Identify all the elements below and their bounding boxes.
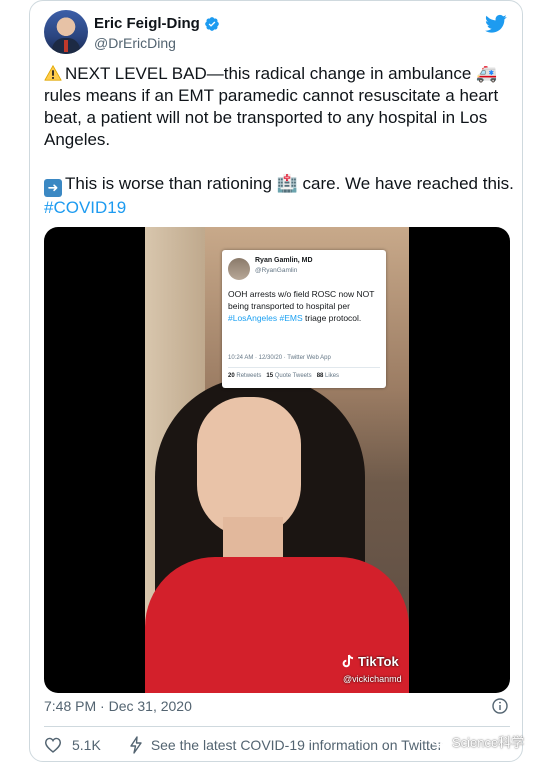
wechat-watermark: Science科学 [430, 732, 524, 751]
embedded-tweet-stats: 20 Retweets 15 Quote Tweets 88 Likes [228, 373, 340, 379]
tweet-paragraph-1-text: NEXT LEVEL BAD—this radical change in am… [44, 64, 499, 149]
right-arrow-icon: ➜ [44, 179, 62, 197]
author-name[interactable]: Eric Feigl-Ding [94, 15, 200, 32]
tweet-timestamp[interactable]: 7:48 PM · Dec 31, 2020 [44, 698, 192, 714]
author-block: Eric Feigl-Ding @DrEricDing [94, 15, 220, 51]
tweet-actions: 5.1K See the latest COVID-19 information… [44, 736, 442, 754]
tiktok-logo: TikTok [341, 654, 399, 669]
hashtag-covid19[interactable]: #COVID19 [44, 198, 126, 217]
heart-icon[interactable] [44, 737, 62, 753]
watermark-text: Science科学 [452, 735, 525, 750]
embedded-tweet-screenshot: Ryan Gamlin, MD @RyanGamlin OOH arrests … [222, 250, 386, 388]
tweet-card: Eric Feigl-Ding @DrEricDing NEXT LEVEL B… [29, 0, 523, 762]
like-button[interactable]: 5.1K [44, 737, 101, 753]
like-count: 5.1K [72, 737, 101, 753]
tweet-text: NEXT LEVEL BAD—this radical change in am… [44, 63, 514, 219]
tweet-paragraph-2: ➜ This is worse than rationing 🏥 care. We… [44, 173, 514, 219]
verified-badge-icon [205, 16, 219, 31]
warning-icon [44, 64, 62, 81]
tweet-paragraph-1: NEXT LEVEL BAD—this radical change in am… [44, 63, 514, 151]
embedded-avatar [228, 258, 250, 280]
wechat-icon [430, 734, 448, 749]
divider [44, 726, 510, 727]
embedded-tweet-time: 10:24 AM · 12/30/20 · Twitter Web App [228, 355, 331, 361]
tiktok-label: TikTok [358, 654, 399, 669]
author-handle[interactable]: @DrEricDing [94, 35, 220, 51]
author-avatar[interactable] [44, 10, 88, 54]
twitter-bird-icon[interactable] [485, 14, 507, 34]
video-media[interactable]: Ryan Gamlin, MD @RyanGamlin OOH arrests … [44, 227, 510, 693]
tiktok-icon [342, 654, 354, 668]
tweet-paragraph-2-text: This is worse than rationing 🏥 care. We … [65, 174, 514, 193]
info-icon[interactable] [492, 698, 508, 714]
covid-info-text[interactable]: See the latest COVID-19 information on T… [151, 737, 443, 753]
tiktok-handle: @vickichanmd [343, 674, 402, 684]
embedded-author-name: Ryan Gamlin, MD [255, 257, 313, 264]
embedded-tweet-text: OOH arrests w/o field ROSC now NOT being… [228, 289, 375, 323]
lightning-icon [130, 736, 142, 754]
covid-info-link[interactable]: See the latest COVID-19 information on T… [129, 736, 443, 754]
embedded-author-handle: @RyanGamlin [255, 267, 298, 274]
